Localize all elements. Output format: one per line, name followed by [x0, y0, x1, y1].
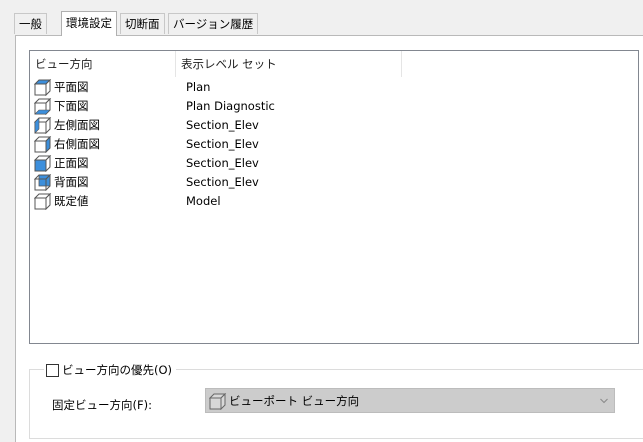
front-view-cube-icon	[34, 155, 52, 172]
back-view-cube-icon	[34, 174, 52, 191]
right-view-cube-icon	[34, 136, 52, 153]
fixed-view-direction-label: 固定ビュー方向(F):	[52, 398, 152, 412]
default-view-cube-icon	[34, 193, 52, 210]
list-item[interactable]: 左側面図 Section_Elev	[30, 116, 638, 135]
display-level: Section_Elev	[186, 118, 259, 132]
display-level: Section_Elev	[186, 156, 259, 170]
view-name: 左側面図	[54, 118, 100, 132]
tab-general[interactable]: 一般	[14, 13, 47, 34]
override-view-direction-checkbox[interactable]	[46, 363, 59, 377]
display-level: Model	[186, 194, 221, 208]
combo-value: ビューポート ビュー方向	[229, 394, 360, 408]
column-header-view-direction[interactable]: ビュー方向	[30, 51, 176, 77]
view-name: 正面図	[54, 156, 89, 170]
chevron-down-icon	[600, 398, 608, 404]
view-name: 既定値	[54, 194, 89, 208]
list-item[interactable]: 右側面図 Section_Elev	[30, 135, 638, 154]
display-level: Section_Elev	[186, 137, 259, 151]
tab-version-history[interactable]: バージョン履歴	[168, 13, 259, 34]
column-header-display-level-set[interactable]: 表示レベル セット	[176, 51, 402, 77]
list-item[interactable]: 平面図 Plan	[30, 78, 638, 97]
override-checkbox-row[interactable]: ビュー方向の優先(O)	[44, 361, 177, 379]
top-view-cube-icon	[34, 79, 52, 96]
display-level: Plan Diagnostic	[186, 99, 275, 113]
preferences-panel: ビュー方向 表示レベル セット 平面図 Plan 下面図 Plan Diagno…	[15, 35, 643, 442]
list-item[interactable]: 正面図 Section_Elev	[30, 154, 638, 173]
list-item[interactable]: 既定値 Model	[30, 192, 638, 211]
viewport-cube-icon	[209, 393, 227, 410]
display-level: Section_Elev	[186, 175, 259, 189]
fixed-view-direction-combo[interactable]: ビューポート ビュー方向	[205, 388, 615, 413]
view-name: 下面図	[54, 99, 89, 113]
tab-preferences[interactable]: 環境設定	[61, 11, 117, 36]
view-name: 右側面図	[54, 137, 100, 151]
left-view-cube-icon	[34, 117, 52, 134]
bottom-view-cube-icon	[34, 98, 52, 115]
override-checkbox-label: ビュー方向の優先(O)	[62, 363, 173, 377]
view-name: 平面図	[54, 80, 89, 94]
list-header: ビュー方向 表示レベル セット	[30, 51, 638, 77]
tab-section[interactable]: 切断面	[120, 13, 165, 34]
view-direction-list[interactable]: ビュー方向 表示レベル セット 平面図 Plan 下面図 Plan Diagno…	[29, 50, 639, 344]
display-level: Plan	[186, 80, 211, 94]
list-item[interactable]: 下面図 Plan Diagnostic	[30, 97, 638, 116]
list-item[interactable]: 背面図 Section_Elev	[30, 173, 638, 192]
view-name: 背面図	[54, 175, 89, 189]
tab-bar: 一般 環境設定 切断面 バージョン履歴	[0, 0, 643, 36]
view-direction-override-group: ビュー方向の優先(O) 固定ビュー方向(F): ビューポート ビュー方向	[29, 361, 643, 439]
